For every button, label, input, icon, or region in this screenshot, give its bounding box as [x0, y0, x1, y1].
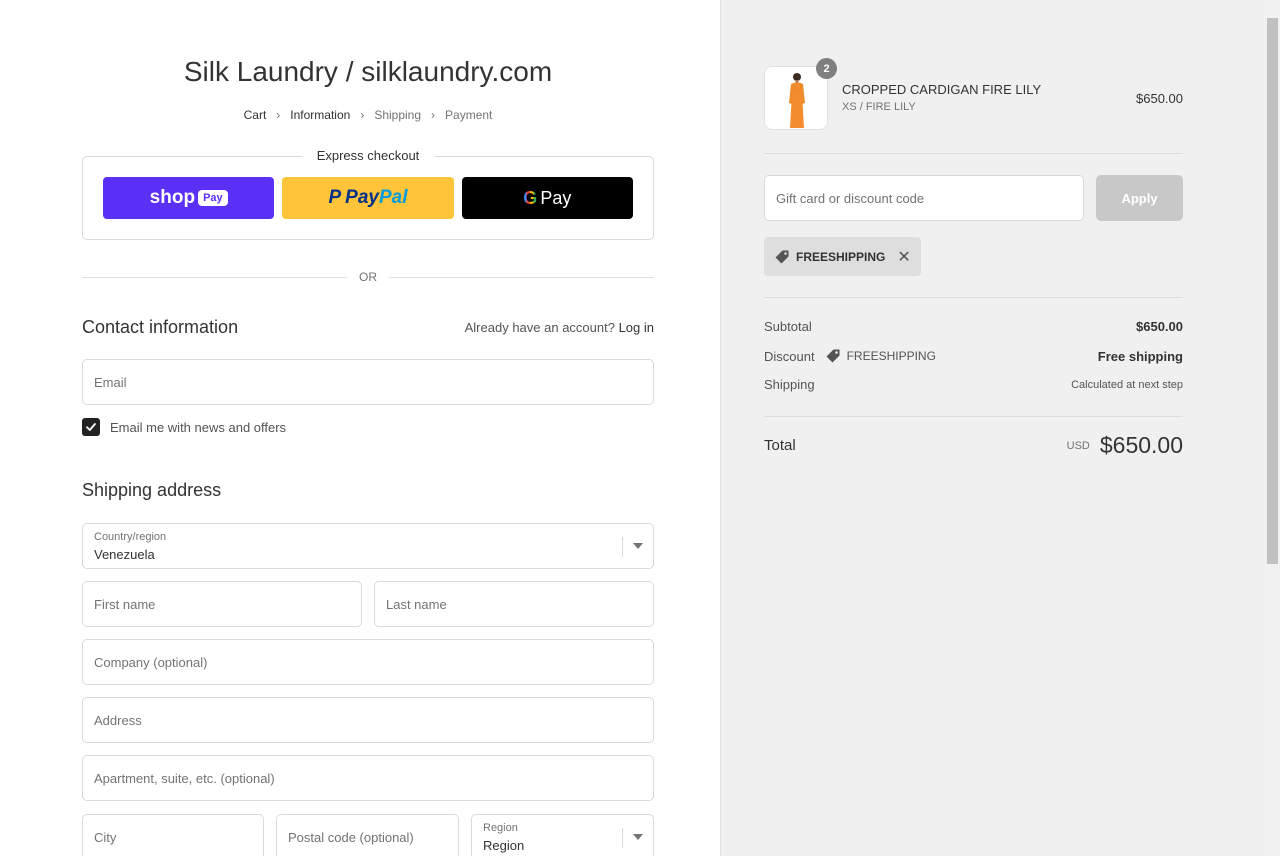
- country-select-value: Venezuela: [94, 547, 155, 562]
- first-name-input[interactable]: [83, 582, 361, 626]
- quantity-badge: 2: [816, 58, 837, 79]
- shipping-value: Calculated at next step: [1071, 378, 1183, 391]
- company-input[interactable]: [83, 640, 653, 684]
- shipping-label: Shipping: [764, 377, 815, 392]
- shipping-address-title: Shipping address: [82, 480, 222, 500]
- discount-code-label: FREESHIPPING: [846, 349, 936, 363]
- last-name-field[interactable]: [374, 581, 654, 627]
- scrollbar[interactable]: [1265, 0, 1280, 856]
- apply-discount-button[interactable]: Apply: [1096, 175, 1183, 221]
- address-input[interactable]: [83, 698, 653, 742]
- discount-code-input[interactable]: [765, 176, 1083, 220]
- contact-information-title: Contact information: [82, 317, 239, 337]
- divider: [764, 153, 1183, 154]
- tag-icon: [826, 349, 840, 363]
- shipping-row: Shipping Calculated at next step: [764, 377, 1183, 392]
- product-variant: XS / FIRE LILY: [842, 101, 916, 113]
- postal-code-input[interactable]: [277, 815, 458, 856]
- checkmark-icon: [86, 423, 96, 431]
- applied-discount-code: FREESHIPPING: [796, 249, 886, 264]
- express-checkout: Express checkout shop Pay P Pay Pal G Pay: [82, 148, 654, 240]
- city-input[interactable]: [83, 815, 263, 856]
- apartment-input[interactable]: [83, 756, 653, 800]
- newsletter-label: Email me with news and offers: [110, 419, 287, 435]
- subtotal-value: $650.00: [1136, 319, 1183, 334]
- postal-code-field[interactable]: [276, 814, 459, 856]
- login-link[interactable]: Log in: [619, 320, 654, 335]
- paypal-logo-pal: Pal: [378, 187, 408, 208]
- paypal-button[interactable]: P Pay Pal: [282, 177, 454, 219]
- account-prompt: Already have an account? Log in: [465, 320, 654, 335]
- paypal-logo-pay: Pay: [345, 187, 379, 208]
- breadcrumb-payment: Payment: [445, 108, 493, 122]
- breadcrumb-cart[interactable]: Cart: [244, 108, 267, 122]
- total-amount: $650.00: [1099, 432, 1183, 458]
- chevron-right-icon: ›: [431, 108, 436, 122]
- breadcrumb: Cart › Information › Shipping › Payment: [82, 108, 654, 122]
- or-text: OR: [359, 270, 377, 284]
- first-name-field[interactable]: [82, 581, 362, 627]
- discount-value: Free shipping: [1097, 348, 1183, 364]
- breadcrumb-shipping: Shipping: [374, 108, 422, 122]
- last-name-input[interactable]: [375, 582, 653, 626]
- order-summary: 2 CROPPED CARDIGAN FIRE LILY XS / FIRE L…: [720, 0, 1280, 856]
- total-label: Total: [764, 437, 796, 454]
- divider: [764, 297, 1183, 298]
- city-field[interactable]: [82, 814, 264, 856]
- subtotal-label: Subtotal: [764, 319, 812, 334]
- or-divider: OR: [82, 270, 654, 284]
- apartment-field[interactable]: [82, 755, 654, 801]
- country-select-label: Country/region: [94, 531, 167, 543]
- email-input[interactable]: [83, 360, 653, 404]
- product-name: CROPPED CARDIGAN FIRE LILY: [842, 82, 1042, 97]
- account-prompt-text: Already have an account?: [464, 320, 615, 335]
- breadcrumb-information: Information: [290, 108, 351, 122]
- newsletter-checkbox[interactable]: [82, 418, 100, 436]
- chevron-down-icon: [633, 543, 643, 549]
- shop-pay-logo-text: shop: [149, 187, 196, 208]
- express-checkout-title: Express checkout: [302, 148, 434, 163]
- cart-line-item: 2 CROPPED CARDIGAN FIRE LILY XS / FIRE L…: [764, 58, 1183, 132]
- region-select-value: Region: [483, 838, 525, 853]
- divider: [764, 416, 1183, 417]
- subtotal-row: Subtotal $650.00: [764, 319, 1183, 334]
- discount-label: Discount: [764, 348, 815, 364]
- store-title: Silk Laundry / silklaundry.com: [183, 56, 553, 87]
- shop-pay-button[interactable]: shop Pay: [103, 177, 275, 219]
- company-field[interactable]: [82, 639, 654, 685]
- region-select[interactable]: Region Region: [471, 814, 654, 856]
- newsletter-checkbox-row[interactable]: Email me with news and offers: [82, 418, 286, 436]
- google-logo-icon: G: [523, 187, 538, 208]
- product-price: $650.00: [1136, 91, 1183, 106]
- discount-row: Discount FREESHIPPING Free shipping: [764, 348, 1183, 364]
- product-image: [789, 73, 805, 128]
- applied-discount-tag: FREESHIPPING ✕: [764, 237, 921, 276]
- google-pay-button[interactable]: G Pay: [461, 177, 633, 219]
- total-row: Total USD $650.00: [764, 432, 1183, 459]
- scrollbar-thumb[interactable]: [1267, 18, 1278, 564]
- country-select[interactable]: Country/region Venezuela: [82, 523, 654, 569]
- checkout-main: Silk Laundry / silklaundry.com Cart › In…: [0, 0, 720, 856]
- chevron-down-icon: [633, 834, 643, 840]
- tag-icon: [775, 250, 789, 263]
- paypal-logo-icon: P: [328, 187, 342, 208]
- email-field[interactable]: [82, 359, 654, 405]
- shop-pay-pill: Pay: [198, 190, 228, 206]
- chevron-right-icon: ›: [276, 108, 281, 122]
- google-pay-label: Pay: [540, 187, 572, 208]
- chevron-right-icon: ›: [360, 108, 365, 122]
- discount-code-field[interactable]: [764, 175, 1084, 221]
- region-select-label: Region: [483, 822, 518, 834]
- total-currency: USD: [1066, 439, 1090, 452]
- address-field[interactable]: [82, 697, 654, 743]
- remove-discount-icon[interactable]: ✕: [897, 247, 910, 267]
